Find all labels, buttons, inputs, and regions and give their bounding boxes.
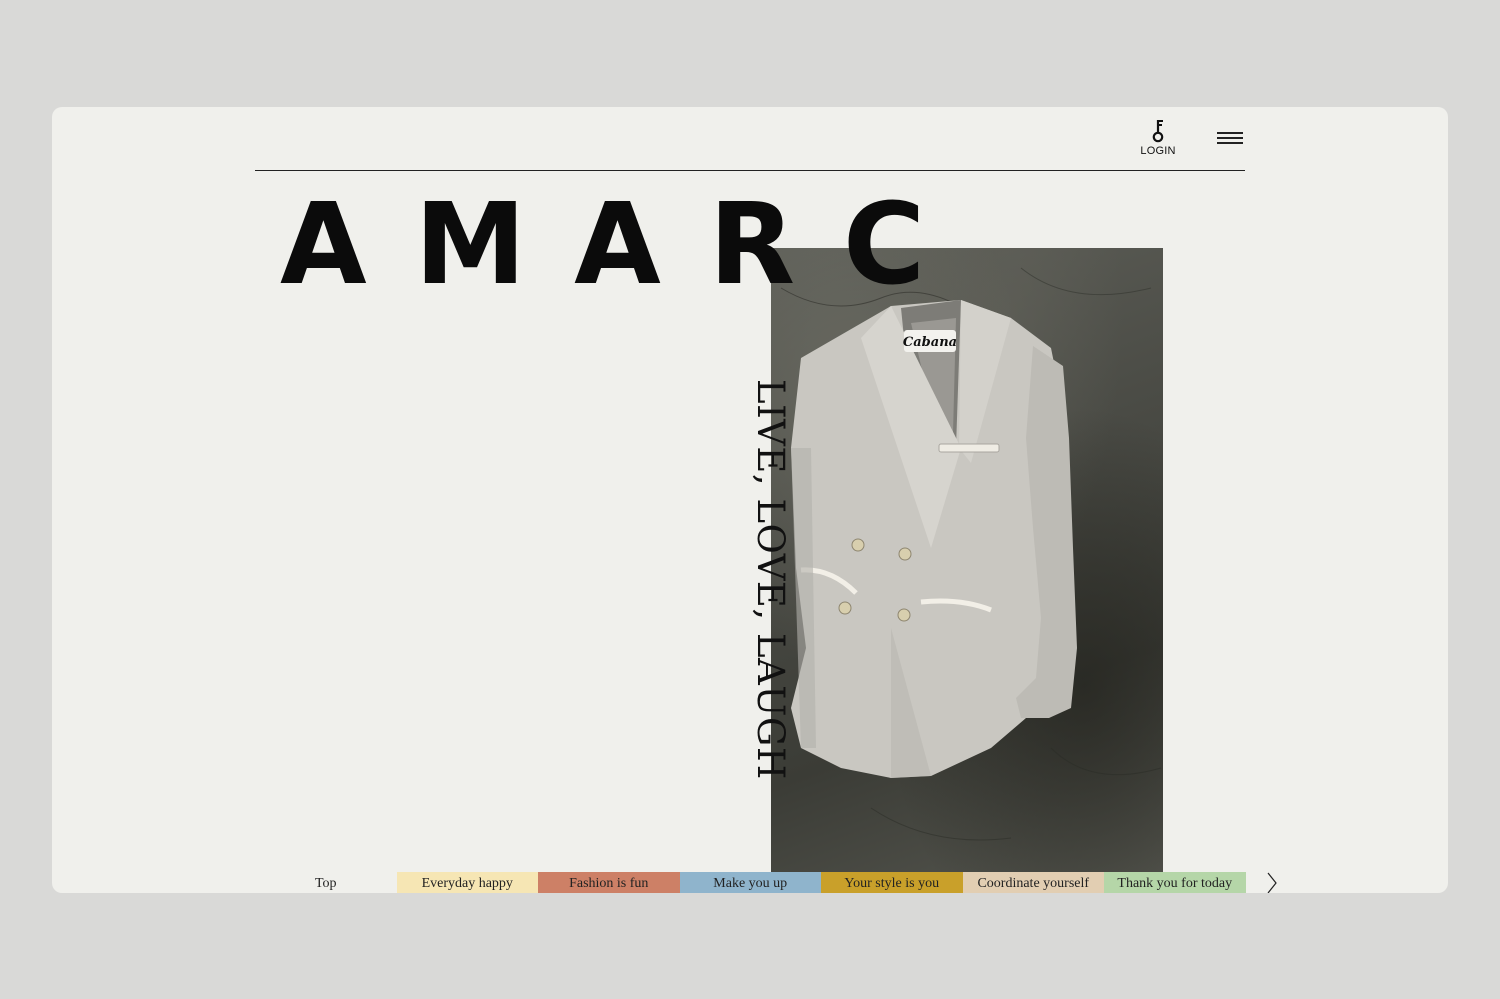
category-tabs: Top Everyday happy Fashion is fun Make y…: [255, 872, 1246, 893]
tab-label: Fashion is fun: [569, 876, 649, 891]
jacket-image: Cabana: [780, 267, 1162, 841]
key-icon: [1152, 120, 1164, 143]
tab-your-style-is-you[interactable]: Your style is you: [821, 872, 963, 893]
hero-photo: Cabana AMARC: [771, 248, 1163, 876]
tab-label: Everyday happy: [421, 876, 513, 891]
hamburger-menu-icon[interactable]: [1217, 131, 1245, 147]
browser-window: LOGIN AMARC Cabana LIVE, LOVE, LAUGH Top…: [52, 107, 1448, 893]
tab-thank-you-for-today[interactable]: Thank you for today: [1104, 872, 1246, 893]
tab-make-you-up[interactable]: Make you up: [679, 872, 821, 893]
tab-label: Coordinate yourself: [977, 876, 1090, 891]
tab-top[interactable]: Top: [255, 872, 397, 893]
tab-label: Top: [314, 876, 337, 891]
tab-fashion-is-fun[interactable]: Fashion is fun: [538, 872, 680, 893]
header-divider: [255, 170, 1245, 171]
jacket-label: Cabana: [903, 335, 957, 350]
tab-label: Your style is you: [844, 876, 940, 891]
tab-label: Thank you for today: [1117, 876, 1233, 891]
hero-tagline: LIVE, LOVE, LAUGH: [749, 379, 792, 780]
login-label: LOGIN: [1140, 145, 1176, 157]
tab-coordinate-yourself[interactable]: Coordinate yourself: [962, 872, 1104, 893]
login-button[interactable]: LOGIN: [1134, 117, 1182, 163]
tab-label: Make you up: [713, 876, 788, 891]
chevron-right-icon[interactable]: [1264, 871, 1280, 893]
tab-everyday-happy[interactable]: Everyday happy: [396, 872, 538, 893]
